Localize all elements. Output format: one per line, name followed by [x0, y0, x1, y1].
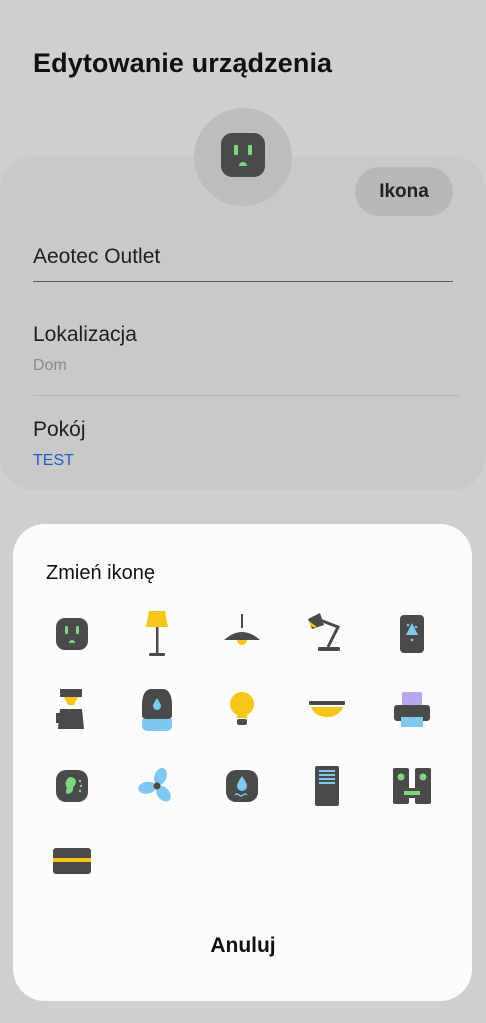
- icon-option-coffee-maker[interactable]: [42, 680, 102, 740]
- icon-option-floor-lamp[interactable]: [127, 604, 187, 664]
- icon-option-ceiling-light[interactable]: [297, 680, 357, 740]
- fan-icon: [137, 766, 177, 806]
- divider: [33, 395, 459, 396]
- tower-server-icon: [314, 765, 340, 807]
- ceiling-pendant-lamp-icon: [220, 612, 264, 656]
- location-value: Dom: [33, 357, 67, 374]
- device-avatar: [194, 108, 292, 206]
- icon-option-fan[interactable]: [127, 756, 187, 816]
- printer-icon: [392, 690, 432, 730]
- icon-option-hearing-sensor[interactable]: [42, 756, 102, 816]
- water-leak-sensor-icon: [224, 768, 260, 804]
- icon-option-outlet[interactable]: [42, 604, 102, 664]
- outlet-icon: [220, 132, 266, 183]
- cancel-button[interactable]: Anuluj: [193, 926, 293, 966]
- card-reader-icon: [52, 847, 92, 875]
- humidifier-icon: [140, 687, 174, 733]
- icon-button[interactable]: Ikona: [355, 167, 453, 216]
- room-label: Pokój: [33, 418, 86, 441]
- speaker-system-icon: [392, 767, 432, 805]
- desk-lamp-icon: [304, 611, 350, 657]
- icon-option-speaker-system[interactable]: [382, 756, 442, 816]
- outlet-icon: [54, 616, 90, 652]
- floor-lamp-icon: [137, 609, 177, 659]
- room-value: TEST: [33, 452, 74, 469]
- ceiling-light-icon: [307, 698, 347, 722]
- device-name-field[interactable]: Aeotec Outlet: [33, 240, 453, 282]
- air-purifier-icon: [397, 613, 427, 655]
- icon-option-printer[interactable]: [382, 680, 442, 740]
- icon-option-card-reader[interactable]: [42, 831, 102, 891]
- light-bulb-icon: [227, 690, 257, 730]
- icon-option-desk-lamp[interactable]: [297, 604, 357, 664]
- icon-picker-title: Zmień ikonę: [46, 562, 155, 584]
- icon-option-tower-server[interactable]: [297, 756, 357, 816]
- icon-option-water-leak-sensor[interactable]: [212, 756, 272, 816]
- coffee-maker-icon: [52, 687, 92, 733]
- icon-option-air-purifier[interactable]: [382, 604, 442, 664]
- icon-option-ceiling-pendant-lamp[interactable]: [212, 604, 272, 664]
- hearing-sensor-icon: [54, 768, 90, 804]
- icon-option-light-bulb[interactable]: [212, 680, 272, 740]
- icon-picker-sheet: Zmień ikonę Anuluj: [13, 524, 472, 1001]
- icon-option-humidifier[interactable]: [127, 680, 187, 740]
- location-label: Lokalizacja: [33, 323, 137, 346]
- page-title: Edytowanie urządzenia: [33, 48, 333, 78]
